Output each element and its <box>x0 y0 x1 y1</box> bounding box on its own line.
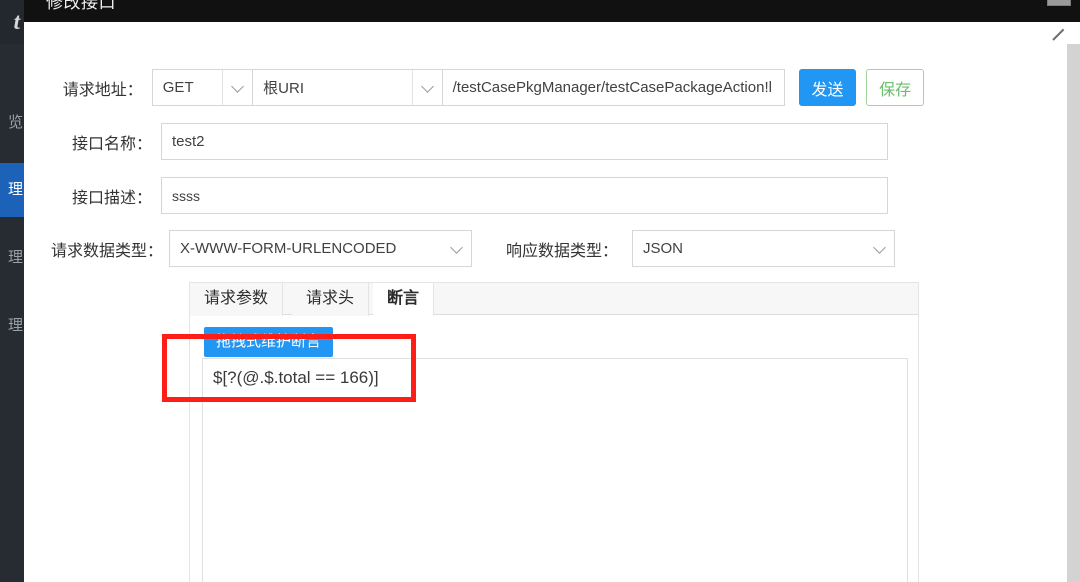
interface-desc-value: ssss <box>172 187 200 204</box>
app-logo: t <box>0 0 24 44</box>
request-data-type-value: X-WWW-FORM-URLENCODED <box>180 240 397 257</box>
select-divider <box>222 70 224 105</box>
http-method-value: GET <box>162 79 194 96</box>
request-detail-panel: 请求参数 请求头 断言 拖拽式维护断言 $[?(@.$.total == 166… <box>189 282 919 582</box>
interface-name-row: 接口名称： test2 <box>24 123 924 160</box>
response-data-type-label: 响应数据类型： <box>506 242 619 260</box>
modal-titlebar: 修改接口 <box>24 0 1080 22</box>
tab-request-params[interactable]: 请求参数 <box>190 283 284 316</box>
sidebar-item-2[interactable]: 理 <box>0 163 24 217</box>
send-button[interactable]: 发送 <box>798 69 857 106</box>
interface-name-label: 接口名称： <box>71 135 152 153</box>
modal-minimize-button[interactable] <box>1047 0 1071 6</box>
app-sidebar: t 览 理 理 理 <box>0 0 24 582</box>
vertical-scrollbar[interactable] <box>1067 44 1080 582</box>
response-data-type-value: JSON <box>643 240 684 257</box>
drag-assertion-builder-button[interactable]: 拖拽式维护断言 <box>204 327 334 357</box>
chevron-down-icon <box>450 240 463 254</box>
modal-body: 请求地址： GET 根URI /testCasePkgManager/testC… <box>24 22 1080 582</box>
sidebar-item-4[interactable]: 理 <box>0 299 24 353</box>
root-uri-select[interactable]: 根URI <box>252 69 443 106</box>
modal-title: 修改接口 <box>46 0 116 12</box>
response-data-type-select[interactable]: JSON <box>632 230 895 267</box>
assertion-expression-textarea[interactable]: $[?(@.$.total == 166)] <box>202 358 908 582</box>
request-path-value: /testCasePkgManager/testCasePackageActio… <box>452 79 772 96</box>
request-address-label: 请求地址： <box>62 81 143 99</box>
tab-strip: 请求参数 请求头 断言 <box>190 283 918 316</box>
sidebar-item-2-label: 理 <box>7 181 23 198</box>
interface-desc-label: 接口描述： <box>71 189 152 207</box>
sidebar-item-1-label: 览 <box>7 114 23 131</box>
chevron-down-icon <box>873 240 886 254</box>
request-data-type-label: 请求数据类型： <box>50 242 163 260</box>
interface-name-value: test2 <box>172 133 205 150</box>
chevron-down-icon <box>231 79 245 93</box>
http-method-select[interactable]: GET <box>151 69 254 106</box>
vertical-scrollbar-thumb[interactable] <box>1067 44 1080 344</box>
interface-desc-input[interactable]: ssss <box>161 177 888 214</box>
chevron-down-icon <box>420 79 434 93</box>
request-data-type-select[interactable]: X-WWW-FORM-URLENCODED <box>169 230 472 267</box>
data-type-row: 请求数据类型： X-WWW-FORM-URLENCODED 响应数据类型： JS… <box>24 230 924 267</box>
resize-handle-icon[interactable] <box>1052 28 1066 42</box>
sidebar-item-1[interactable]: 览 <box>0 96 24 150</box>
screen-root: t 览 理 理 理 修改接口 请求地址： GET 根URI /testCaseP… <box>0 0 1080 582</box>
sidebar-item-3[interactable]: 理 <box>0 231 24 285</box>
select-divider <box>411 70 413 105</box>
tab-assertions[interactable]: 断言 <box>373 283 435 316</box>
interface-name-input[interactable]: test2 <box>161 123 888 160</box>
root-uri-value: 根URI <box>263 80 304 97</box>
sidebar-item-4-label: 理 <box>7 317 23 334</box>
sidebar-item-3-label: 理 <box>7 249 23 266</box>
save-button[interactable]: 保存 <box>866 69 924 106</box>
request-address-row: 请求地址： GET 根URI /testCasePkgManager/testC… <box>24 69 924 106</box>
request-path-input[interactable]: /testCasePkgManager/testCasePackageActio… <box>441 69 785 106</box>
interface-desc-row: 接口描述： ssss <box>24 177 924 214</box>
tab-request-headers[interactable]: 请求头 <box>292 283 370 316</box>
